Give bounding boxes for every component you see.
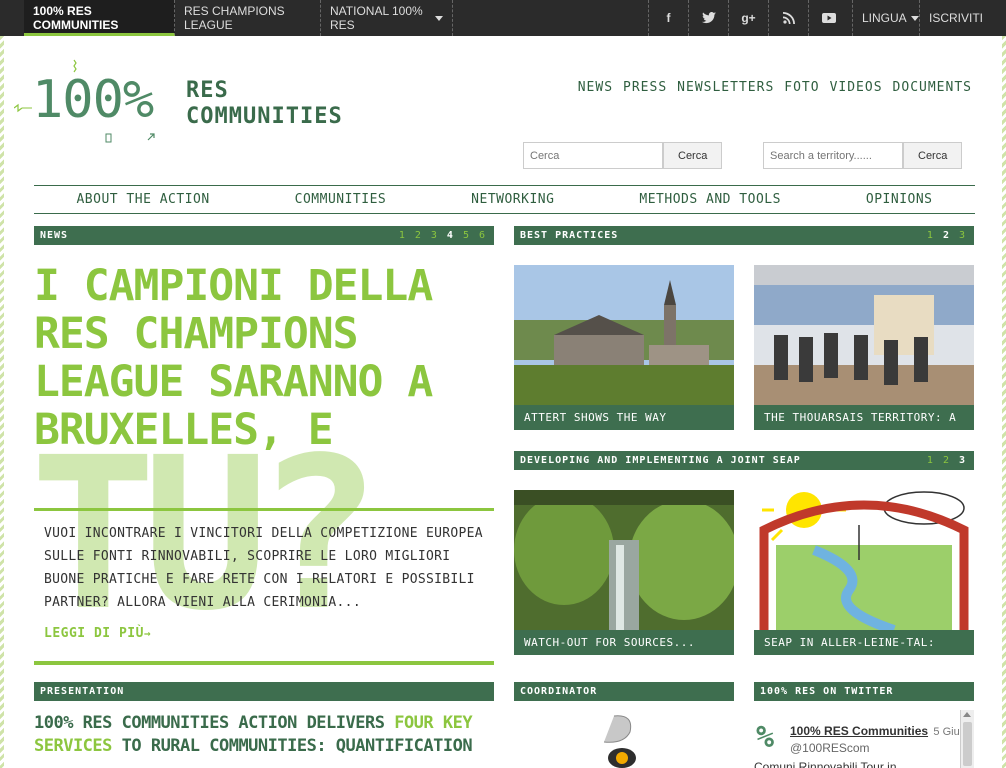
twitter-section-header: 100% RES ON TWITTER	[754, 682, 974, 701]
arrow-right-icon: →	[143, 627, 152, 640]
news-page-5[interactable]: 5	[463, 226, 470, 245]
news-page-3[interactable]: 3	[431, 226, 438, 245]
mainnav-communities[interactable]: COMMUNITIES	[295, 192, 387, 207]
caret-down-icon	[910, 15, 919, 21]
hero-title[interactable]: I CAMPIONI DELLA RES CHAMPIONS LEAGUE SA…	[34, 262, 494, 454]
read-more-link[interactable]: LEGGI DI PIÙ→	[44, 626, 151, 641]
hero-text: VUOI INCONTRARE I VINCITORI DELLA COMPET…	[44, 526, 483, 610]
best-practices-header: BEST PRACTICES 1 2 3	[514, 226, 974, 245]
bp-page-2[interactable]: 2	[943, 226, 950, 245]
seap-card-aller-leine-tal[interactable]: SEAP IN ALLER-LEINE-TAL:	[754, 490, 974, 655]
search-button[interactable]: Cerca	[663, 142, 723, 169]
tweet-date[interactable]: 5 Giu	[933, 726, 959, 738]
best-practice-card-thouarsais[interactable]: THE THOUARSAIS TERRITORY: A	[754, 265, 974, 430]
youtube-icon[interactable]	[808, 0, 848, 36]
news-page-2[interactable]: 2	[415, 226, 422, 245]
topnav-res-champions-league[interactable]: RES CHAMPIONS LEAGUE	[175, 0, 321, 36]
coordinator-logo-icon[interactable]	[594, 714, 654, 768]
territory-search: Cerca	[763, 142, 963, 169]
news-page-4[interactable]: 4	[447, 226, 454, 245]
header-nav-videos[interactable]: VIDEOS	[830, 80, 883, 95]
waterfall-photo	[514, 490, 734, 630]
project-illustration	[754, 490, 974, 630]
presentation-section-header: PRESENTATION	[34, 682, 494, 701]
news-page-6[interactable]: 6	[479, 226, 486, 245]
scroll-thumb[interactable]	[963, 722, 972, 766]
seap-pager: 1 2 3	[927, 451, 966, 470]
search-input[interactable]	[523, 142, 663, 169]
tweet-handle[interactable]: @100REScom	[790, 741, 870, 755]
workshop-photo	[754, 265, 974, 405]
logo-percent-text: 100%	[32, 70, 154, 130]
header-nav-press[interactable]: PRESS	[623, 80, 667, 95]
logo-wordmark: RES COMMUNITIES	[186, 78, 343, 129]
header-nav-newsletters[interactable]: NEWSLETTERS	[677, 80, 774, 95]
scroll-up-icon[interactable]	[963, 712, 971, 717]
main-nav: ABOUT THE ACTION COMMUNITIES NETWORKING …	[34, 185, 975, 214]
facebook-icon[interactable]: f	[648, 0, 688, 36]
mainnav-methods-and-tools[interactable]: METHODS AND TOOLS	[639, 192, 781, 207]
best-practices-pager: 1 2 3	[927, 226, 966, 245]
mainnav-about-the-action[interactable]: ABOUT THE ACTION	[76, 192, 209, 207]
twitter-scrollbar[interactable]	[960, 710, 974, 768]
google-plus-icon[interactable]: g+	[728, 0, 768, 36]
site-logo[interactable]: 100% RES COMMUNITIES	[14, 58, 354, 150]
twitter-avatar[interactable]: %	[756, 720, 774, 755]
hero-bottom-divider	[34, 661, 494, 665]
right-decorative-stripe	[1002, 36, 1006, 768]
rss-icon[interactable]	[768, 0, 808, 36]
caret-down-icon	[435, 15, 443, 21]
territory-search-button[interactable]: Cerca	[903, 142, 963, 169]
news-pager: 1 2 3 4 5 6	[399, 226, 486, 245]
bp-page-3[interactable]: 3	[959, 226, 966, 245]
twitter-widget: % 100% RES Communities 5 Giu @100REScom …	[754, 710, 974, 768]
left-decorative-stripe	[0, 36, 4, 768]
bp-page-1[interactable]: 1	[927, 226, 934, 245]
header-nav: NEWS PRESS NEWSLETTERS FOTO VIDEOS DOCUM…	[578, 80, 972, 95]
header-nav-foto[interactable]: FOTO	[784, 80, 819, 95]
news-section-header: NEWS 1 2 3 4 5 6	[34, 226, 494, 245]
site-search: Cerca	[523, 142, 723, 169]
presentation-text: 100% RES COMMUNITIES ACTION DELIVERS FOU…	[34, 713, 473, 756]
seap-card-watch-out[interactable]: WATCH-OUT FOR SOURCES...	[514, 490, 734, 655]
topnav-national-100-res[interactable]: NATIONAL 100% RES	[321, 0, 453, 36]
mainnav-opinions[interactable]: OPINIONS	[866, 192, 933, 207]
header-nav-news[interactable]: NEWS	[578, 80, 613, 95]
village-photo	[514, 265, 734, 405]
tweet-account-name[interactable]: 100% RES Communities	[790, 724, 928, 738]
seap-page-3[interactable]: 3	[959, 451, 966, 470]
territory-search-input[interactable]	[763, 142, 903, 169]
language-dropdown[interactable]: LINGUA	[852, 0, 920, 36]
hero-divider	[34, 508, 494, 511]
tweet-text: Comuni Rinnovabili Tour in	[754, 760, 897, 768]
top-bar: 100% RES COMMUNITIES RES CHAMPIONS LEAGU…	[0, 0, 1006, 36]
header-nav-documents[interactable]: DOCUMENTS	[893, 80, 972, 95]
seap-section-header: DEVELOPING AND IMPLEMENTING A JOINT SEAP…	[514, 451, 974, 470]
twitter-icon[interactable]	[688, 0, 728, 36]
subscribe-link[interactable]: ISCRIVITI	[920, 0, 983, 36]
seap-page-1[interactable]: 1	[927, 451, 934, 470]
news-page-1[interactable]: 1	[399, 226, 406, 245]
topnav-100-res-communities[interactable]: 100% RES COMMUNITIES	[24, 0, 175, 36]
coordinator-section-header: COORDINATOR	[514, 682, 734, 701]
seap-page-2[interactable]: 2	[943, 451, 950, 470]
best-practice-card-attert[interactable]: ATTERT SHOWS THE WAY	[514, 265, 734, 430]
mainnav-networking[interactable]: NETWORKING	[471, 192, 554, 207]
